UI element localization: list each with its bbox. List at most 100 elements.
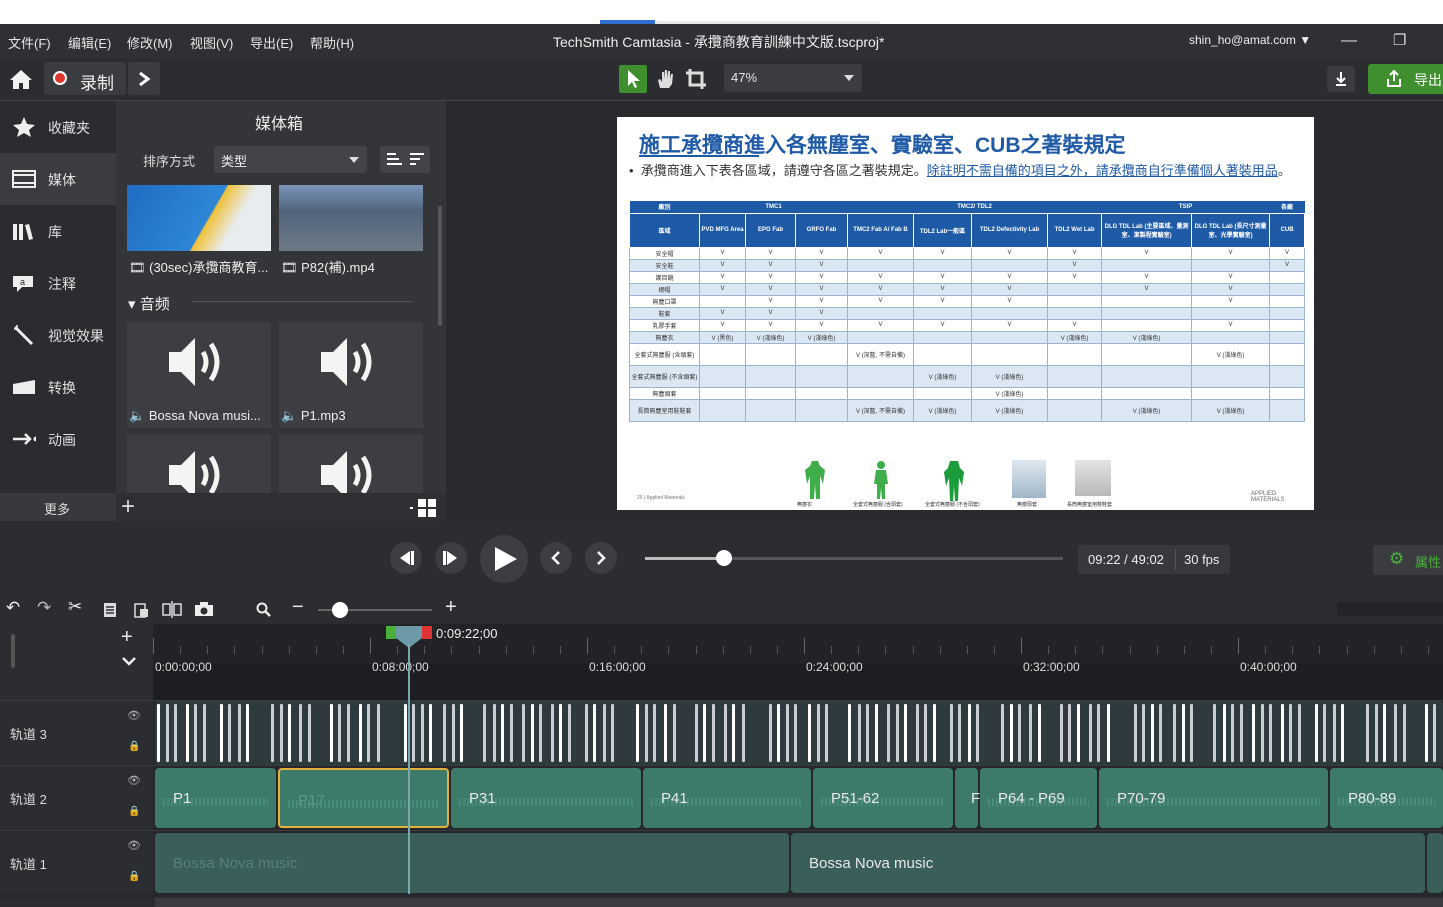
scrubber-handle[interactable]: [716, 550, 733, 566]
track-3-clip[interactable]: [1231, 704, 1234, 762]
track-3-clip[interactable]: [412, 704, 415, 762]
track-3-clip[interactable]: [712, 704, 715, 762]
clip-p31[interactable]: P31: [451, 768, 641, 828]
zoom-in-icon[interactable]: +: [445, 596, 457, 619]
track-3-clip[interactable]: [645, 704, 648, 762]
media-item-audio-4[interactable]: [279, 435, 423, 493]
split-icon[interactable]: [162, 601, 182, 618]
cut-icon[interactable]: ✂: [68, 597, 82, 617]
track-3-clip[interactable]: [510, 704, 513, 762]
previous-frame-button[interactable]: [390, 542, 422, 574]
track-3-clip[interactable]: [186, 704, 189, 762]
clip-p17-selected[interactable]: P17: [278, 768, 449, 828]
track-3-clip[interactable]: [551, 704, 554, 762]
audio-section-header[interactable]: ▾ 音频: [128, 293, 170, 314]
track-3-clip[interactable]: [1315, 704, 1318, 762]
track-3-clip[interactable]: [673, 704, 676, 762]
sidebar-item-transitions[interactable]: 转换: [0, 361, 116, 413]
track-3-clip[interactable]: [493, 704, 496, 762]
track-3-clip[interactable]: [1018, 704, 1021, 762]
next-frame-button[interactable]: [435, 542, 467, 574]
track-3-clip[interactable]: [896, 704, 899, 762]
track-3-clip[interactable]: [174, 704, 177, 762]
track-3-clip[interactable]: [1341, 704, 1344, 762]
track-3-clip[interactable]: [1261, 704, 1264, 762]
scrubber-track[interactable]: [645, 550, 1063, 566]
range-start-handle[interactable]: [386, 626, 396, 639]
eye-icon[interactable]: 👁: [127, 774, 141, 787]
sidebar-item-favorites[interactable]: 收藏夹: [0, 101, 116, 153]
track-3-clip[interactable]: [695, 704, 698, 762]
media-item-video-2[interactable]: 🎞 P82(補).mp4: [279, 185, 423, 275]
grid-view-icon[interactable]: [410, 499, 438, 517]
track-3-clip[interactable]: [460, 704, 463, 762]
track-3-clip[interactable]: [1159, 704, 1162, 762]
sidebar-item-visual-effects[interactable]: 视觉效果: [0, 309, 116, 361]
track-3-clip[interactable]: [559, 704, 562, 762]
track-3-clip[interactable]: [904, 704, 907, 762]
track-3-clip[interactable]: [1425, 704, 1428, 762]
track-3-clip[interactable]: [194, 704, 197, 762]
clip-f[interactable]: F: [955, 768, 980, 828]
track-3-clip[interactable]: [539, 704, 542, 762]
eye-icon[interactable]: 👁: [127, 709, 141, 722]
track-3-clip[interactable]: [976, 704, 979, 762]
clip-p64-p69[interactable]: P64 - P69: [980, 768, 1097, 828]
paste-icon[interactable]: [133, 601, 149, 618]
track-3-clip[interactable]: [443, 704, 446, 762]
track-3-clip[interactable]: [958, 704, 961, 762]
track-3-clip[interactable]: [786, 704, 789, 762]
zoom-out-icon[interactable]: −: [292, 596, 304, 619]
track-3-clip[interactable]: [1323, 704, 1326, 762]
track-3-clip[interactable]: [866, 704, 869, 762]
clip-p80-89[interactable]: P80-89: [1330, 768, 1443, 828]
track-3-clip[interactable]: [288, 704, 291, 762]
zoom-select[interactable]: 47%: [724, 64, 862, 92]
menu-edit[interactable]: 编辑(E): [68, 33, 111, 52]
track-3-clip[interactable]: [1190, 704, 1193, 762]
range-end-handle[interactable]: [422, 626, 432, 639]
media-bin-scrollbar[interactable]: [438, 206, 442, 326]
track-3-clip[interactable]: [1060, 704, 1063, 762]
zoom-magnifier-icon[interactable]: [256, 602, 272, 618]
ruler-scale[interactable]: 0:00:00;00 0:08:00;00 0:16:00;00 0:24:00;00…: [153, 624, 1443, 700]
track-3-clip[interactable]: [1269, 704, 1272, 762]
camera-icon[interactable]: [194, 602, 214, 617]
track-3-clip[interactable]: [522, 704, 525, 762]
sidebar-item-library[interactable]: 库: [0, 205, 116, 257]
chevron-down-icon[interactable]: [120, 654, 138, 668]
track-3-clip[interactable]: [1134, 704, 1137, 762]
track-3-clip[interactable]: [875, 704, 878, 762]
track-3-clip[interactable]: [1240, 704, 1243, 762]
track-3-clip[interactable]: [220, 704, 223, 762]
track-3-clip[interactable]: [794, 704, 797, 762]
track-3-clip[interactable]: [777, 704, 780, 762]
play-button[interactable]: [480, 535, 528, 583]
track-3-clip[interactable]: [429, 704, 432, 762]
playhead-range[interactable]: [386, 626, 432, 648]
record-button[interactable]: 录制: [44, 62, 126, 95]
next-marker-button[interactable]: [585, 542, 617, 574]
add-track-icon[interactable]: +: [121, 626, 133, 649]
track-3-clip[interactable]: [1029, 704, 1032, 762]
clip-p51-62[interactable]: P51-62: [813, 768, 953, 828]
minimize-icon[interactable]: —: [1341, 32, 1357, 50]
sidebar-item-media[interactable]: 媒体: [0, 153, 116, 205]
track-3-clip[interactable]: [636, 704, 639, 762]
track-3-clip[interactable]: [916, 704, 919, 762]
clip-p1[interactable]: P1: [155, 768, 276, 828]
track-3-clip[interactable]: [1403, 704, 1406, 762]
track-3-clip[interactable]: [1213, 704, 1216, 762]
track-3-clip[interactable]: [825, 704, 828, 762]
lock-icon[interactable]: 🔒: [128, 871, 140, 882]
sidebar-more-button[interactable]: 更多: [0, 493, 116, 521]
track-3-clip[interactable]: [157, 704, 160, 762]
sidebar-item-annotations[interactable]: a 注释: [0, 257, 116, 309]
track-3-clip[interactable]: [404, 704, 407, 762]
track-3-clip[interactable]: [887, 704, 890, 762]
track-3-clip[interactable]: [166, 704, 169, 762]
track-3-clip[interactable]: [1173, 704, 1176, 762]
track-3-clip[interactable]: [271, 704, 274, 762]
track-3-clip[interactable]: [968, 704, 971, 762]
preview-slide[interactable]: 施工承攬商進入各無塵室、實驗室、CUB之著裝規定 • 承攬商進入下表各區域，請遵…: [617, 117, 1314, 510]
